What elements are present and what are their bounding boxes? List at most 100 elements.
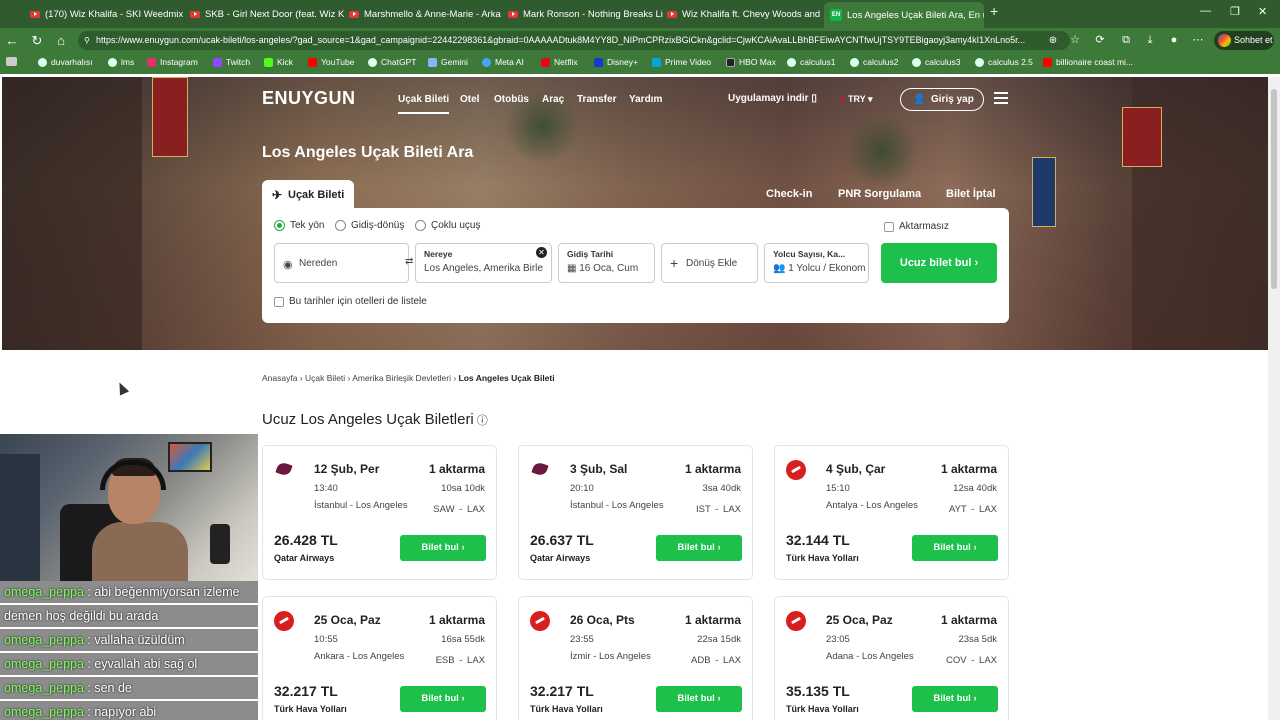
find-ticket-button[interactable]: Bilet bul ›	[400, 535, 486, 561]
flight-card[interactable]: 12 Şub, Per 13:40 İstanbul - Los Angeles 1 …	[262, 445, 497, 580]
bookmark-item[interactable]: Instagram	[147, 57, 198, 67]
bookmark-item[interactable]: HBO Max	[726, 57, 776, 67]
find-ticket-button[interactable]: Bilet bul ›	[656, 686, 742, 712]
app-download-link[interactable]: Uygulamayı indir ▯	[728, 93, 817, 104]
departure-date-field[interactable]: Gidiş Tarihi ▦ 16 Oca, Cum	[558, 243, 655, 283]
bookmark-item[interactable]: Gemini	[428, 57, 468, 67]
site-info-icon[interactable]: ⚲	[84, 31, 90, 50]
bookmark-item[interactable]: Disney+	[594, 57, 638, 67]
reload-icon[interactable]: ↻	[29, 32, 45, 49]
hero-building-left	[2, 77, 142, 350]
hamburger-menu-icon[interactable]	[994, 92, 1008, 104]
find-ticket-button[interactable]: Bilet bul ›	[912, 535, 998, 561]
bookmark-item[interactable]: Meta AI	[482, 57, 524, 67]
browser-tab[interactable]: (170) Wiz Khalifa - SKI Weedmix [C✕	[30, 4, 186, 24]
browser-tab[interactable]: Mark Ronson - Nothing Breaks Lik✕	[508, 4, 663, 24]
bookmark-item[interactable]: YouTube	[308, 57, 354, 67]
info-icon[interactable]: ⓘ	[477, 415, 488, 427]
download-icon[interactable]: ⤓	[1142, 32, 1158, 49]
list-hotels-checkbox[interactable]: Bu tarihler için otelleri de listele	[274, 296, 427, 307]
flight-card[interactable]: 26 Oca, Pts 23:55 İzmir - Los Angeles 1 akt…	[518, 596, 753, 720]
bookmark-item[interactable]: calculus2	[850, 57, 898, 67]
search-flights-button[interactable]: Ucuz bilet bul ›	[881, 243, 997, 283]
nav-otobus[interactable]: Otobüs	[494, 94, 529, 105]
browser-tab[interactable]: SKB - Girl Next Door (feat. Wiz Kha✕	[190, 4, 345, 24]
close-window-icon[interactable]: ✕	[1258, 5, 1267, 18]
nonstop-checkbox[interactable]: Aktarmasız	[884, 221, 949, 232]
breadcrumb-item[interactable]: Anasayfa	[262, 373, 297, 383]
new-tab-icon[interactable]: +	[990, 3, 998, 19]
origin-placeholder: Nereden	[299, 258, 338, 269]
swap-icon[interactable]: ⇄	[405, 256, 413, 267]
flight-search-panel: Tek yön Gidiş-dönüş Çoklu uçuş Aktarması…	[262, 208, 1009, 323]
find-ticket-button[interactable]: Bilet bul ›	[656, 535, 742, 561]
browser-tab[interactable]: Marshmello & Anne-Marie - Arka✕	[349, 4, 504, 24]
profile-avatar-icon[interactable]: ●	[1166, 32, 1182, 49]
tab-ucak-bileti[interactable]: ✈ Uçak Bileti	[262, 180, 354, 210]
check-in-link[interactable]: Check-in	[766, 188, 812, 200]
airline-name: Türk Hava Yolları	[786, 553, 859, 563]
breadcrumb-item[interactable]: Amerika Birleşik Devletleri	[352, 373, 451, 383]
minimize-icon[interactable]: —	[1200, 5, 1211, 17]
page-scrollbar[interactable]	[1268, 77, 1280, 720]
bookmark-item[interactable]: duvarhalısı	[38, 57, 93, 67]
home-icon[interactable]: ⌂	[53, 32, 69, 49]
flight-card[interactable]: 25 Oca, Paz 10:55 Ankara - Los Angeles 1 ak…	[262, 596, 497, 720]
collections-icon[interactable]: ⧉	[1118, 32, 1134, 49]
maximize-icon[interactable]: ❐	[1230, 5, 1240, 18]
destination-field[interactable]: Nereye Los Angeles, Amerika Birle ✕	[415, 243, 552, 283]
more-menu-icon[interactable]: ⋯	[1190, 32, 1206, 49]
bookmark-item[interactable]: calculus 2.5	[975, 57, 1033, 67]
find-ticket-button[interactable]: Bilet bul ›	[912, 686, 998, 712]
nav-otel[interactable]: Otel	[460, 94, 479, 105]
refresh-extension-icon[interactable]: ⟳	[1092, 32, 1108, 49]
flight-duration: 23sa 5dk	[958, 634, 997, 645]
return-date-field[interactable]: + Dönüş Ekle	[661, 243, 758, 283]
nav-yardim[interactable]: Yardım	[629, 94, 662, 105]
find-ticket-button[interactable]: Bilet bul ›	[400, 686, 486, 712]
bilet-iptal-link[interactable]: Bilet İptal	[946, 188, 996, 200]
origin-code: SAW	[433, 504, 455, 515]
bookmark-item[interactable]: calculus1	[787, 57, 835, 67]
bookmark-item[interactable]: billionaire coast mi...	[1043, 57, 1133, 67]
nav-transfer[interactable]: Transfer	[577, 94, 616, 105]
sohbet-button[interactable]: Sohbet et	[1214, 31, 1274, 50]
breadcrumb-item[interactable]: Uçak Bileti	[305, 373, 345, 383]
extensions-icon[interactable]: ⊕	[1045, 32, 1061, 49]
flight-card[interactable]: 4 Şub, Çar 15:10 Antalya - Los Angeles 1 ak…	[774, 445, 1009, 580]
bookmark-item[interactable]: ChatGPT	[368, 57, 416, 67]
origin-field[interactable]: ◉ Nereden	[274, 243, 409, 283]
bookmark-item[interactable]: Kick	[264, 57, 293, 67]
airline-name: Türk Hava Yolları	[530, 704, 603, 714]
nav-arac[interactable]: Araç	[542, 94, 564, 105]
flight-date: 4 Şub, Çar	[826, 462, 886, 476]
radio-selected-icon	[274, 220, 285, 231]
passenger-field[interactable]: Yolcu Sayısı, Ka... 👥 1 Yolcu / Ekonom	[764, 243, 869, 283]
qatar-airways-logo-icon	[274, 460, 294, 480]
login-button[interactable]: 👤 Giriş yap	[900, 88, 984, 111]
bookmark-item[interactable]: lms	[108, 57, 134, 67]
scrollbar-thumb[interactable]	[1271, 89, 1277, 289]
currency-selector[interactable]: ● TRY ▾	[840, 94, 873, 105]
bookmark-folder-icon[interactable]	[6, 57, 17, 66]
trip-type-coklu-ucus[interactable]: Çoklu uçuş	[415, 220, 480, 231]
pnr-sorgulama-link[interactable]: PNR Sorgulama	[838, 188, 921, 200]
destination-code: LAX	[723, 655, 741, 666]
bookmark-item[interactable]: Netflix	[541, 57, 578, 67]
flight-card[interactable]: 25 Oca, Paz 23:05 Adana - Los Angeles 1 akt…	[774, 596, 1009, 720]
trip-type-gidis-donus[interactable]: Gidiş-dönüş	[335, 220, 404, 231]
address-bar[interactable]: ⚲ https://www.enuygun.com/ucak-bileti/los…	[78, 31, 1070, 50]
browser-tab-active[interactable]: ENLos Angeles Uçak Bileti Ara, En uc✕	[824, 2, 984, 28]
bookmark-star-icon[interactable]: ☆	[1067, 32, 1083, 49]
chevron-right-icon: ›	[461, 693, 465, 704]
clear-icon[interactable]: ✕	[536, 247, 547, 258]
nav-ucak-bileti[interactable]: Uçak Bileti	[398, 94, 450, 114]
bookmark-item[interactable]: Twitch	[213, 57, 250, 67]
bookmark-item[interactable]: Prime Video	[652, 57, 711, 67]
site-logo[interactable]: ENUYGUN	[262, 88, 356, 109]
bookmark-item[interactable]: calculus3	[912, 57, 960, 67]
flight-card[interactable]: 3 Şub, Sal 20:10 İstanbul - Los Angeles 1 a…	[518, 445, 753, 580]
browser-tab[interactable]: Wiz Khalifa ft. Chevy Woods and N✕	[667, 4, 822, 24]
back-icon[interactable]: ←	[4, 32, 20, 49]
trip-type-tek-yon[interactable]: Tek yön	[274, 220, 324, 231]
